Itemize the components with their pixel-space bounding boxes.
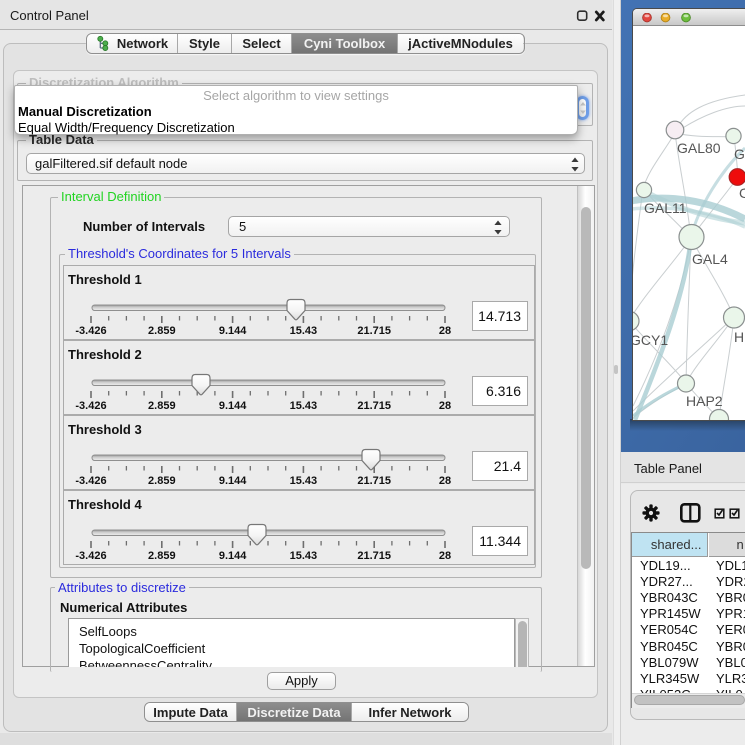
svg-text:15.43: 15.43 [290, 400, 318, 412]
svg-text:GAL4: GAL4 [692, 251, 728, 267]
svg-text:-3.426: -3.426 [75, 475, 106, 487]
svg-text:9.144: 9.144 [219, 475, 247, 487]
svg-text:H: H [734, 329, 744, 345]
svg-text:2.859: 2.859 [148, 475, 176, 487]
svg-text:28: 28 [439, 550, 451, 562]
svg-text:GCY1: GCY1 [633, 332, 668, 348]
svg-text:28: 28 [439, 325, 451, 337]
svg-text:GAL80: GAL80 [677, 140, 721, 156]
svg-text:-3.426: -3.426 [75, 325, 106, 337]
svg-text:9.144: 9.144 [219, 550, 247, 562]
svg-text:2.859: 2.859 [148, 400, 176, 412]
svg-text:15.43: 15.43 [290, 550, 318, 562]
svg-text:28: 28 [439, 475, 451, 487]
svg-text:2.859: 2.859 [148, 550, 176, 562]
svg-text:9.144: 9.144 [219, 400, 247, 412]
svg-text:15.43: 15.43 [290, 475, 318, 487]
svg-text:21.715: 21.715 [357, 475, 391, 487]
svg-text:-3.426: -3.426 [75, 550, 106, 562]
svg-text:21.715: 21.715 [357, 400, 391, 412]
svg-text:21.715: 21.715 [357, 550, 391, 562]
svg-text:GA: GA [734, 146, 745, 162]
svg-text:2.859: 2.859 [148, 325, 176, 337]
svg-text:21.715: 21.715 [357, 325, 391, 337]
svg-text:GAL11: GAL11 [644, 200, 687, 216]
svg-text:HAP2: HAP2 [686, 393, 723, 409]
svg-text:C: C [739, 185, 745, 201]
svg-text:28: 28 [439, 400, 451, 412]
svg-text:-3.426: -3.426 [75, 400, 106, 412]
svg-text:15.43: 15.43 [290, 325, 318, 337]
svg-text:9.144: 9.144 [219, 325, 247, 337]
